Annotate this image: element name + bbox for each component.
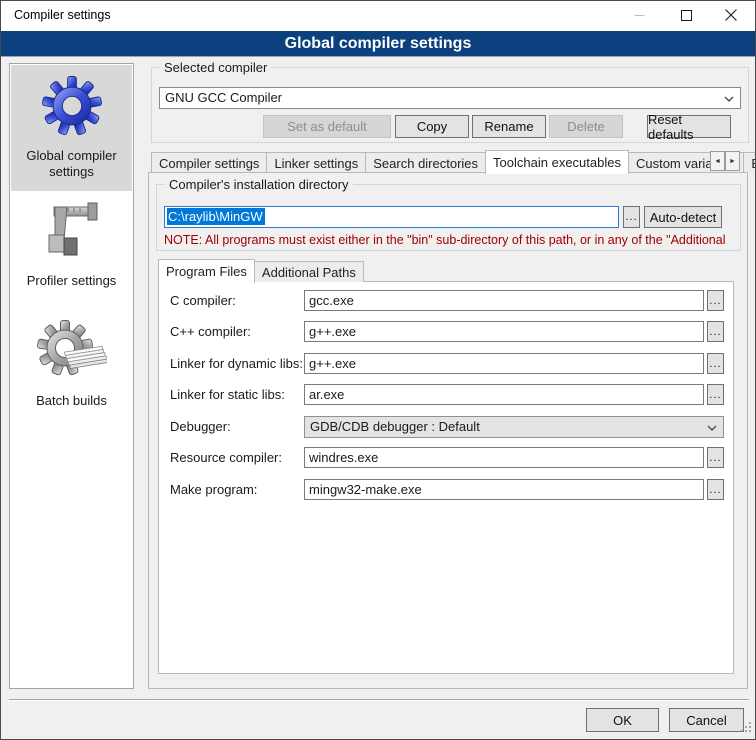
button-label: Delete: [567, 119, 605, 134]
browse-cpp-compiler-button[interactable]: ...: [707, 321, 724, 342]
compiler-select-value: GNU GCC Compiler: [165, 90, 282, 105]
maximize-button[interactable]: [668, 1, 704, 31]
note-text: NOTE: All programs must exist either in …: [164, 233, 742, 247]
delete-button[interactable]: Delete: [549, 115, 623, 138]
sidebar-item-batch-builds[interactable]: Batch builds: [11, 314, 132, 418]
resize-grip-icon[interactable]: [740, 721, 752, 736]
linker-static-input[interactable]: [304, 384, 704, 405]
cpp-compiler-input[interactable]: [304, 321, 704, 342]
tab-label: Compiler settings: [159, 156, 259, 171]
tab-label: Search directories: [373, 156, 478, 171]
tab-linker-settings[interactable]: Linker settings: [266, 152, 366, 173]
minimize-button[interactable]: [621, 1, 657, 31]
program-files-tabstrip: Program Files Additional Paths: [158, 258, 363, 282]
tab-program-files[interactable]: Program Files: [158, 259, 255, 283]
minimize-icon: [634, 9, 645, 24]
ellipsis-icon: ...: [709, 326, 721, 338]
field-label: C++ compiler:: [170, 324, 251, 339]
make-program-input[interactable]: [304, 479, 704, 500]
close-icon: [725, 9, 737, 24]
ellipsis-icon: ...: [709, 295, 721, 307]
sidebar-item-global-compiler-settings[interactable]: Global compiler settings: [11, 65, 132, 191]
browse-directory-button[interactable]: ...: [623, 206, 640, 228]
arrow-left-icon: ◄: [714, 158, 721, 165]
set-as-default-button[interactable]: Set as default: [263, 115, 391, 138]
caliper-icon: [40, 198, 104, 265]
page-title: Global compiler settings: [1, 31, 755, 57]
selected-path-text: C:\raylib\MinGW: [167, 208, 265, 225]
button-label: Copy: [417, 119, 447, 134]
chevron-down-icon: [724, 96, 734, 102]
program-files-page: C compiler: ... C++ compiler: ... Linker…: [158, 281, 734, 674]
tab-label: Toolchain executables: [493, 155, 621, 170]
browse-c-compiler-button[interactable]: ...: [707, 290, 724, 311]
tab-toolchain-executables[interactable]: Toolchain executables: [485, 150, 629, 174]
resource-compiler-input[interactable]: [304, 447, 704, 468]
maximize-icon: [681, 9, 692, 24]
linker-dynamic-input[interactable]: [304, 353, 704, 374]
field-label: Linker for static libs:: [170, 387, 285, 402]
auto-detect-button[interactable]: Auto-detect: [644, 206, 722, 228]
ellipsis-icon: ...: [709, 358, 721, 370]
tab-additional-paths[interactable]: Additional Paths: [254, 261, 364, 282]
field-label: C compiler:: [170, 293, 236, 308]
sidebar-item-label: Profiler settings: [27, 273, 117, 289]
ok-button[interactable]: OK: [586, 708, 659, 732]
field-label: Debugger:: [170, 419, 231, 434]
sidebar-item-label: Global compiler settings: [11, 148, 132, 180]
group-legend: Compiler's installation directory: [165, 177, 353, 192]
arrow-right-icon: ►: [729, 158, 736, 165]
compiler-settings-dialog: Compiler settings Global compiler settin…: [0, 0, 756, 740]
button-label: Auto-detect: [650, 210, 717, 225]
c-compiler-input[interactable]: [304, 290, 704, 311]
sidebar-item-profiler-settings[interactable]: Profiler settings: [11, 194, 132, 298]
button-label: OK: [613, 713, 632, 728]
tab-scroll-right-button[interactable]: ►: [725, 151, 740, 171]
button-label: Rename: [484, 119, 533, 134]
blue-gear-icon: [41, 75, 103, 140]
browse-linker-dynamic-button[interactable]: ...: [707, 353, 724, 374]
ellipsis-icon: ...: [709, 389, 721, 401]
button-label: Reset defaults: [648, 112, 730, 142]
cancel-button[interactable]: Cancel: [669, 708, 744, 732]
close-button[interactable]: [713, 1, 749, 31]
browse-make-program-button[interactable]: ...: [707, 479, 724, 500]
settings-category-list: Global compiler settings: [9, 63, 134, 689]
tab-label: Program Files: [166, 264, 247, 279]
reset-defaults-button[interactable]: Reset defaults: [647, 115, 731, 138]
browse-resource-compiler-button[interactable]: ...: [707, 447, 724, 468]
titlebar: Compiler settings: [1, 1, 755, 31]
compiler-select[interactable]: GNU GCC Compiler: [159, 87, 741, 109]
field-label: Linker for dynamic libs:: [170, 356, 303, 371]
window-title: Compiler settings: [14, 8, 111, 22]
tab-label: Additional Paths: [262, 265, 356, 280]
debugger-select-value: GDB/CDB debugger : Default: [310, 419, 480, 434]
grey-gear-stack-icon: [37, 318, 107, 385]
tab-compiler-settings[interactable]: Compiler settings: [151, 152, 267, 173]
copy-button[interactable]: Copy: [395, 115, 469, 138]
installation-directory-input[interactable]: C:\raylib\MinGW: [164, 206, 619, 228]
tab-build-options[interactable]: Build: [743, 152, 756, 173]
ellipsis-icon: ...: [709, 484, 721, 496]
ellipsis-icon: ...: [709, 452, 721, 464]
button-label: Cancel: [686, 713, 726, 728]
button-label: Set as default: [287, 119, 367, 134]
tab-search-directories[interactable]: Search directories: [365, 152, 486, 173]
settings-tabstrip: Compiler settings Linker settings Search…: [151, 149, 756, 173]
debugger-select[interactable]: GDB/CDB debugger : Default: [304, 416, 724, 438]
field-label: Resource compiler:: [170, 450, 282, 465]
tab-label: Build: [751, 156, 756, 171]
tab-label: Linker settings: [274, 156, 358, 171]
footer-divider: [9, 699, 749, 701]
tab-scroll-left-button[interactable]: ◄: [710, 151, 725, 171]
chevron-down-icon: [707, 425, 717, 431]
browse-linker-static-button[interactable]: ...: [707, 384, 724, 405]
rename-button[interactable]: Rename: [472, 115, 546, 138]
ellipsis-icon: ...: [625, 211, 637, 223]
group-legend: Selected compiler: [160, 60, 271, 75]
field-label: Make program:: [170, 482, 257, 497]
sidebar-item-label: Batch builds: [36, 393, 107, 409]
